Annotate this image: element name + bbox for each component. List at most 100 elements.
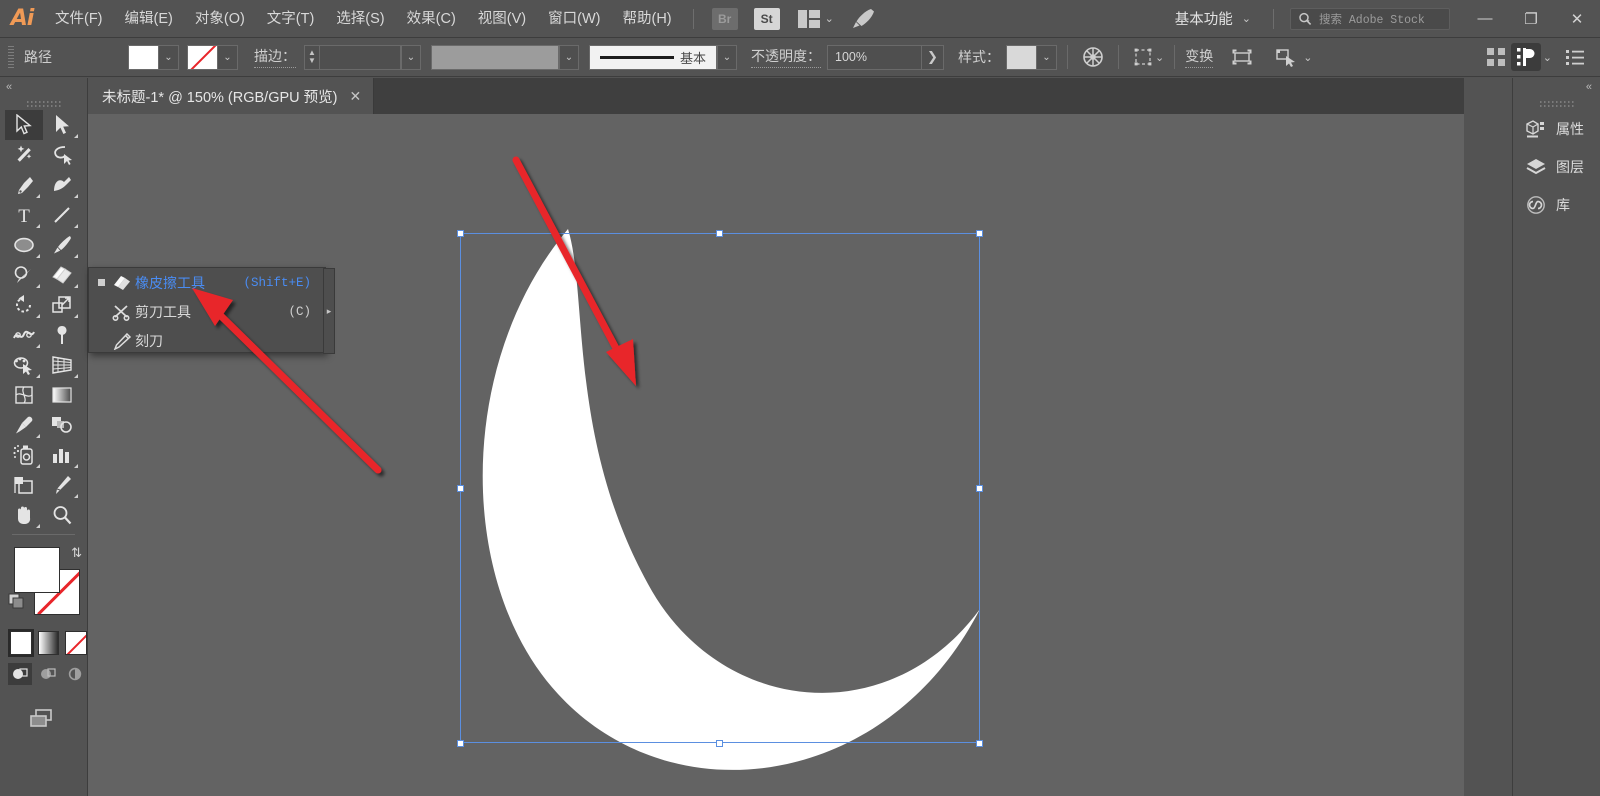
tool-magic-wand[interactable] [5, 140, 43, 170]
brush-definition-field[interactable]: 基本 [589, 45, 717, 70]
tool-free-transform[interactable] [43, 320, 81, 350]
select-similar-chevron-icon[interactable]: ⌄ [1155, 51, 1164, 64]
selection-handle-s[interactable] [716, 740, 723, 747]
tool-zoom[interactable] [43, 500, 81, 530]
panel-tab-libraries[interactable]: 库 [1513, 186, 1600, 224]
stock-button[interactable]: St [752, 7, 782, 31]
align-button[interactable] [1227, 44, 1257, 70]
tool-artboard[interactable] [5, 470, 43, 500]
fill-swatch[interactable] [129, 46, 158, 69]
document-tab[interactable]: 未标题-1* @ 150% (RGB/GPU 预览) ✕ [88, 78, 374, 114]
tool-blend[interactable] [43, 410, 81, 440]
opacity-field[interactable]: 100% [827, 45, 922, 70]
menu-edit[interactable]: 编辑(E) [114, 0, 184, 38]
panel-tab-layers[interactable]: 图层 [1513, 148, 1600, 186]
stroke-weight-stepper[interactable]: ▲▼ [304, 45, 319, 70]
selection-handle-e[interactable] [976, 485, 983, 492]
menu-type[interactable]: 文字(T) [256, 0, 326, 38]
preferences-button[interactable] [1511, 43, 1541, 71]
eraser-tool-flyout[interactable]: ▸ 橡皮擦工具 (Shift+E) 剪刀工 [88, 267, 326, 353]
arrange-documents-button[interactable]: ⌄ [798, 10, 834, 28]
panels-grip[interactable] [1513, 96, 1600, 110]
menu-effect[interactable]: 效果(C) [396, 0, 467, 38]
tool-hand[interactable] [5, 500, 43, 530]
tool-symbol-sprayer[interactable] [5, 440, 43, 470]
tool-eyedropper[interactable] [5, 410, 43, 440]
opacity-mask-button[interactable] [1078, 44, 1108, 70]
stroke-weight-control[interactable]: ▲▼ ⌄ [304, 45, 421, 70]
variable-width-profile-control[interactable]: ⌄ [431, 45, 579, 70]
collapse-panel-icon[interactable]: « [1586, 81, 1592, 93]
brush-definition-control[interactable]: 基本 ⌄ [589, 45, 737, 70]
menu-view[interactable]: 视图(V) [467, 0, 537, 38]
tool-rotate[interactable] [5, 290, 43, 320]
fill-color-swatch[interactable] [14, 547, 60, 593]
graphic-style-chevron-icon[interactable]: ⌄ [1036, 46, 1056, 69]
menu-file[interactable]: 文件(F) [44, 0, 114, 38]
tool-scale[interactable] [43, 290, 81, 320]
menu-select[interactable]: 选择(S) [325, 0, 395, 38]
opacity-control[interactable]: 100% ❯ [827, 45, 944, 70]
tool-lasso[interactable] [43, 140, 81, 170]
tool-ellipse[interactable] [5, 230, 43, 260]
tool-width[interactable] [5, 320, 43, 350]
selection-handle-n[interactable] [716, 230, 723, 237]
tool-shape-builder[interactable] [5, 350, 43, 380]
menu-window[interactable]: 窗口(W) [537, 0, 611, 38]
stroke-weight-field[interactable] [319, 45, 401, 70]
flyout-item-knife[interactable]: 刻刀 [89, 326, 325, 355]
swap-fill-stroke-icon[interactable]: ⇅ [71, 545, 82, 561]
stroke-swatch-group[interactable]: ⌄ [187, 45, 238, 70]
tool-paintbrush[interactable] [43, 230, 81, 260]
tool-direct-selection[interactable] [43, 110, 81, 140]
tool-column-graph[interactable] [43, 440, 81, 470]
default-fill-stroke-icon[interactable] [8, 593, 26, 616]
selection-handle-w[interactable] [457, 485, 464, 492]
brush-definition-chevron-icon[interactable]: ⌄ [717, 45, 737, 70]
selection-handle-sw[interactable] [457, 740, 464, 747]
variable-width-chevron-icon[interactable]: ⌄ [559, 45, 579, 70]
transform-button[interactable]: 变换 [1185, 46, 1213, 68]
collapse-panel-icon[interactable]: « [6, 81, 12, 93]
tool-mesh[interactable] [5, 380, 43, 410]
tool-pen[interactable] [5, 170, 43, 200]
gradient-mode-button[interactable] [38, 631, 60, 655]
panel-tab-properties[interactable]: 属性 [1513, 110, 1600, 148]
control-bar-grip[interactable] [8, 46, 14, 68]
restore-button[interactable]: ❐ [1508, 0, 1554, 38]
workspace-switcher[interactable]: 基本功能 ⌄ [1163, 8, 1263, 29]
stroke-dropdown-chevron-icon[interactable]: ⌄ [217, 46, 237, 69]
selection-handle-se[interactable] [976, 740, 983, 747]
tool-selection[interactable] [5, 110, 43, 140]
stroke-swatch[interactable] [188, 46, 217, 69]
draw-normal-button[interactable] [8, 663, 32, 685]
tool-gradient[interactable] [43, 380, 81, 410]
tool-perspective-grid[interactable] [43, 350, 81, 380]
search-input[interactable]: 搜索 Adobe Stock [1319, 11, 1425, 27]
opacity-options-chevron-icon[interactable]: ❯ [922, 45, 944, 70]
graphic-style-swatch[interactable] [1007, 46, 1036, 69]
document-setup-button[interactable] [1481, 44, 1511, 70]
tool-line-segment[interactable] [43, 200, 81, 230]
tool-curvature[interactable] [43, 170, 81, 200]
close-button[interactable]: ✕ [1554, 0, 1600, 38]
fill-dropdown-chevron-icon[interactable]: ⌄ [158, 46, 178, 69]
variable-width-profile-field[interactable] [431, 45, 559, 70]
tool-type[interactable]: T [5, 200, 43, 230]
draw-inside-button[interactable] [63, 663, 87, 685]
fill-swatch-group[interactable]: ⌄ [128, 45, 179, 70]
selection-handle-nw[interactable] [457, 230, 464, 237]
menu-object[interactable]: 对象(O) [184, 0, 256, 38]
stroke-weight-chevron-icon[interactable]: ⌄ [401, 45, 421, 70]
isolate-chevron-icon[interactable]: ⌄ [1303, 51, 1312, 64]
tools-panel-grip[interactable] [0, 96, 87, 110]
flyout-item-eraser[interactable]: 橡皮擦工具 (Shift+E) [89, 268, 325, 297]
bridge-button[interactable]: Br [710, 7, 740, 31]
draw-behind-button[interactable] [36, 663, 60, 685]
artboard-canvas[interactable] [88, 114, 1464, 796]
preferences-chevron-icon[interactable]: ⌄ [1543, 51, 1552, 64]
none-mode-button[interactable] [65, 631, 87, 655]
rocket-button[interactable] [848, 7, 878, 31]
close-icon[interactable]: ✕ [349, 88, 361, 105]
flyout-item-scissors[interactable]: 剪刀工具 (C) [89, 297, 325, 326]
